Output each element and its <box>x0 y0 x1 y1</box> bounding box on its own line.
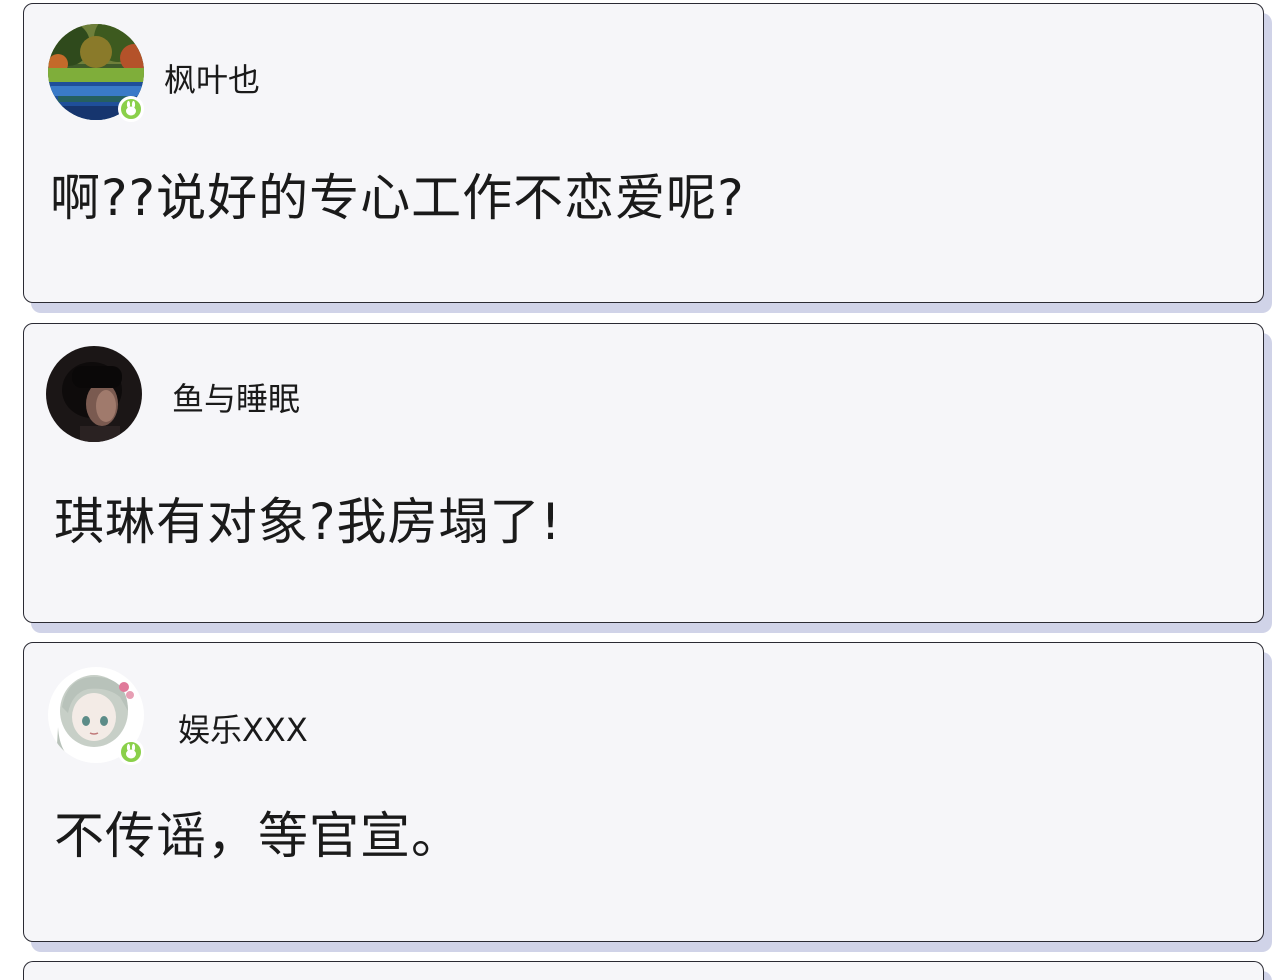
comment-text: 琪琳有对象?我房塌了! <box>54 493 562 551</box>
comment-card[interactable]: 枫叶也 啊??说好的专心工作不恋爱呢? <box>23 3 1264 303</box>
comment-feed: 枫叶也 啊??说好的专心工作不恋爱呢? 鱼与睡眠 琪琳有对象?我房塌了! 娱乐X… <box>0 0 1280 980</box>
username[interactable]: 枫叶也 <box>164 55 260 101</box>
portrait-avatar[interactable] <box>46 346 142 442</box>
comment-card[interactable]: 鱼与睡眠 琪琳有对象?我房塌了! <box>23 323 1264 623</box>
comment-text: 不传谣，等官宣。 <box>54 807 462 865</box>
username[interactable]: 娱乐XXX <box>178 705 308 751</box>
verified-badge-icon <box>118 96 144 122</box>
username[interactable]: 鱼与睡眠 <box>172 374 300 420</box>
comment-card[interactable]: 娱乐XXX 不传谣，等官宣。 <box>23 642 1264 942</box>
comment-text: 啊??说好的专心工作不恋爱呢? <box>50 169 745 227</box>
comment-card[interactable] <box>23 961 1264 980</box>
verified-badge-icon <box>118 739 144 765</box>
